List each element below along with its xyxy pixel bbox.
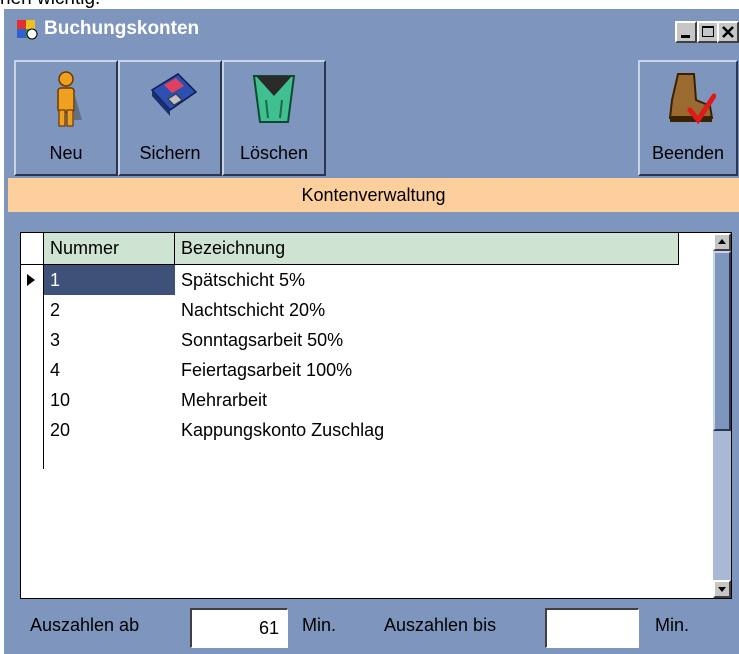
app-icon <box>14 17 38 41</box>
column-header-bezeichnung[interactable]: Bezeichnung <box>175 233 679 264</box>
table-header: Nummer Bezeichnung <box>44 233 679 265</box>
cell-bezeichnung[interactable]: Sonntagsarbeit 50% <box>175 325 679 355</box>
cell-bezeichnung[interactable]: Spätschicht 5% <box>175 265 679 295</box>
close-button[interactable] <box>717 21 739 43</box>
cell-bezeichnung[interactable]: Kappungskonto Zuschlag <box>175 415 679 445</box>
vertical-scrollbar[interactable] <box>713 233 731 598</box>
cell-bezeichnung[interactable]: Nachtschicht 20% <box>175 295 679 325</box>
new-button[interactable]: Neu <box>14 60 118 176</box>
save-button-label: Sichern <box>139 143 201 163</box>
minimize-button[interactable] <box>675 21 697 43</box>
title-bar[interactable]: Buchungskonten <box>4 9 739 49</box>
exit-button-label: Beenden <box>651 143 725 163</box>
row-indicator-column <box>21 233 44 469</box>
cell-nummer[interactable]: 20 <box>44 415 175 445</box>
cell-bezeichnung[interactable]: Mehrarbeit <box>175 385 679 415</box>
maximize-button[interactable] <box>697 21 719 43</box>
payout-from-input[interactable]: 61 <box>190 608 288 648</box>
table-row[interactable]: 4 Feiertagsarbeit 100% <box>44 355 679 385</box>
payout-to-label: Auszahlen bis <box>384 615 497 635</box>
payout-to-input[interactable] <box>545 608 639 648</box>
cell-nummer[interactable]: 10 <box>44 385 175 415</box>
payout-to-unit: Min. <box>655 615 690 635</box>
arrow-up-icon <box>718 239 726 244</box>
delete-button-label: Löschen <box>239 143 309 163</box>
table-row[interactable]: 10 Mehrarbeit <box>44 385 679 415</box>
delete-button[interactable]: Löschen <box>222 60 326 176</box>
cell-nummer[interactable]: 1 <box>44 265 175 295</box>
toolbar: Neu Sichern Löschen Beenden <box>4 50 739 178</box>
floppy-disk-icon <box>142 70 198 125</box>
exit-button[interactable]: Beenden <box>638 60 738 176</box>
table-row[interactable]: 20 Kappungskonto Zuschlag <box>44 415 679 445</box>
buchungskonten-window: Buchungskonten Neu Sichern Löschen Beend… <box>4 9 739 654</box>
cell-nummer[interactable]: 2 <box>44 295 175 325</box>
accounts-table: Nummer Bezeichnung 1 Spätschicht 5% 2 Na… <box>20 232 732 599</box>
arrow-down-icon <box>718 587 726 592</box>
column-header-nummer[interactable]: Nummer <box>44 233 175 264</box>
cell-bezeichnung[interactable]: Feiertagsarbeit 100% <box>175 355 679 385</box>
payout-footer: Auszahlen ab 61 Min. Auszahlen bis Min. <box>4 601 739 654</box>
trash-bin-icon <box>250 70 298 133</box>
cell-nummer[interactable]: 4 <box>44 355 175 385</box>
table-row[interactable]: 2 Nachtschicht 20% <box>44 295 679 325</box>
current-row-marker-icon <box>27 274 35 286</box>
background-text-fragment: nen wichtig. <box>0 0 100 9</box>
table-row[interactable]: 3 Sonntagsarbeit 50% <box>44 325 679 355</box>
scroll-up-button[interactable] <box>713 233 731 251</box>
person-icon <box>46 70 86 133</box>
cell-nummer[interactable]: 3 <box>44 325 175 355</box>
save-button[interactable]: Sichern <box>118 60 222 176</box>
new-button-label: Neu <box>49 143 83 163</box>
payout-from-label: Auszahlen ab <box>30 615 140 635</box>
scroll-down-button[interactable] <box>713 580 731 598</box>
boot-exit-icon <box>660 70 717 133</box>
window-title: Buchungskonten <box>44 18 200 39</box>
scrollbar-thumb[interactable] <box>713 251 731 431</box>
table-row[interactable]: 1 Spätschicht 5% <box>44 265 679 295</box>
section-header: Kontenverwaltung <box>8 178 739 212</box>
payout-from-unit: Min. <box>302 615 337 635</box>
